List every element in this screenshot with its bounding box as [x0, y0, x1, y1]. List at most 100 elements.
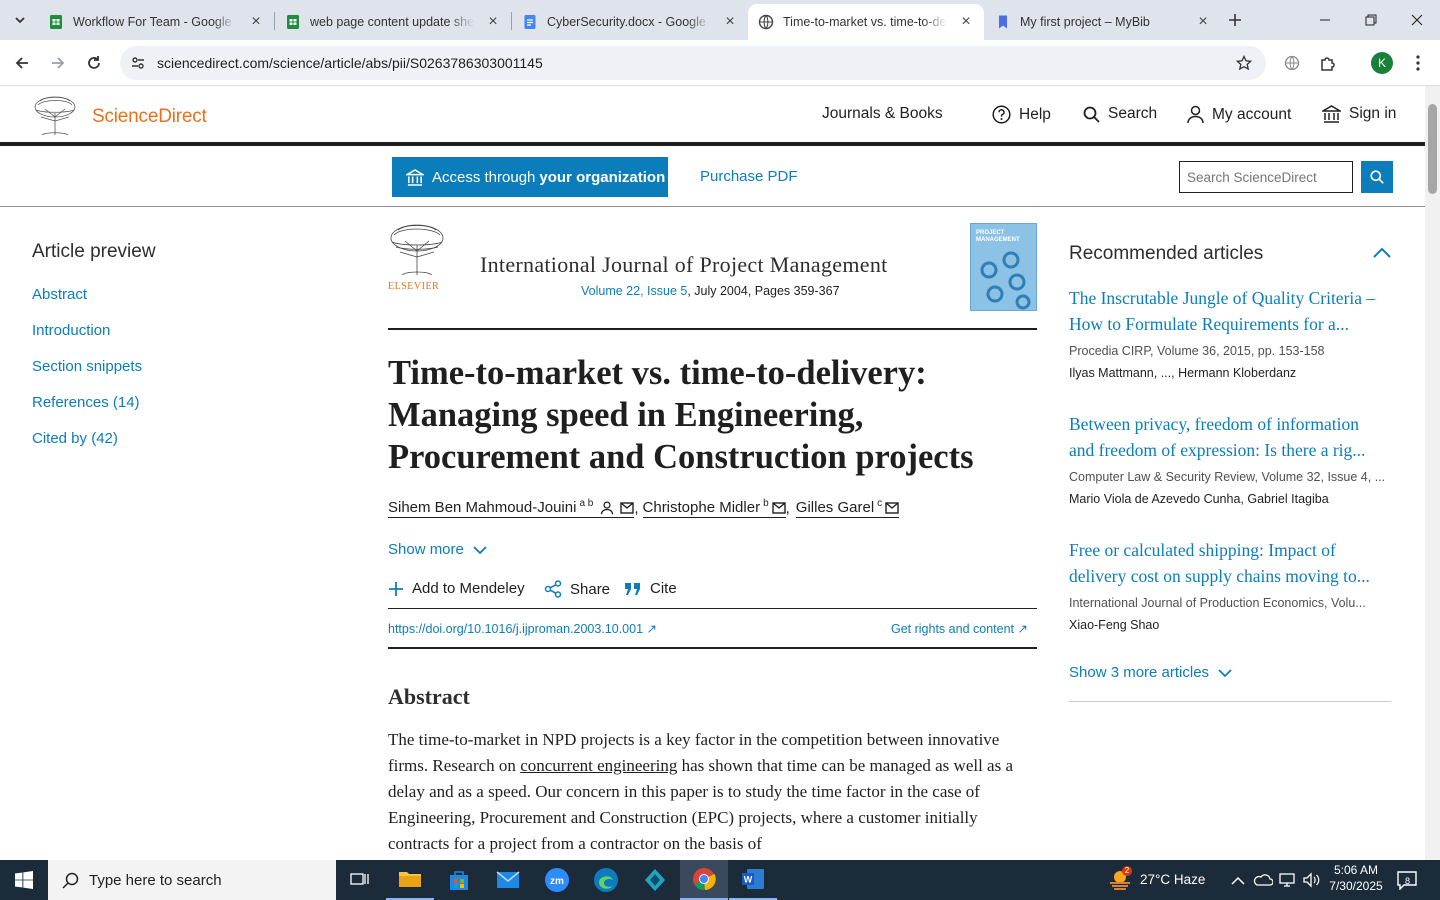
recommended-article-title[interactable]: Free or calculated shipping: Impact of: [1069, 537, 1391, 563]
journal-cover[interactable]: PROJECT MANAGEMENT: [970, 223, 1037, 311]
search-link[interactable]: Search: [1083, 105, 1157, 123]
site-info-icon[interactable]: [130, 55, 146, 71]
sheets-icon: [50, 15, 62, 29]
author-link[interactable]: Christophe Midler b: [642, 498, 786, 518]
journal-title[interactable]: International Journal of Project Managem…: [480, 252, 888, 278]
close-tab-icon[interactable]: ×: [958, 14, 974, 30]
close-icon: [1411, 14, 1423, 26]
taskbar-search[interactable]: Type here to search: [48, 860, 336, 900]
chevron-down-icon: [15, 17, 25, 24]
file-explorer-button[interactable]: [386, 860, 434, 900]
tab-search-button[interactable]: [4, 4, 36, 36]
close-tab-icon[interactable]: ×: [722, 14, 738, 30]
browser-menu-button[interactable]: [1402, 47, 1434, 79]
scrollbar-thumb[interactable]: [1428, 104, 1437, 194]
author-link[interactable]: Sihem Ben Mahmoud-Jouini a b: [388, 498, 635, 518]
toc-section-snippets[interactable]: Section snippets: [32, 358, 142, 375]
clock[interactable]: 5:06 AM 7/30/2025: [1326, 863, 1386, 893]
show-more-articles-button[interactable]: Show 3 more articles: [1069, 664, 1232, 681]
elsevier-logo[interactable]: ELSEVIER: [388, 223, 446, 292]
task-view-button[interactable]: [336, 860, 384, 900]
cite-button[interactable]: Cite: [624, 580, 677, 597]
elsevier-tree-logo[interactable]: [32, 95, 78, 140]
recommended-article-source: International Journal of Production Econ…: [1069, 596, 1366, 610]
volume-icon[interactable]: [1302, 871, 1320, 894]
toc-references[interactable]: References (14): [32, 394, 140, 411]
star-icon[interactable]: [1236, 55, 1252, 71]
divider: [1069, 701, 1391, 702]
tab-workflow[interactable]: Workflow For Team - Google Sheets ×: [38, 4, 274, 40]
start-button[interactable]: [0, 860, 48, 900]
concurrent-engineering-link[interactable]: concurrent engineering: [520, 756, 677, 775]
close-tab-icon[interactable]: ×: [485, 14, 501, 30]
recommended-article-title[interactable]: How to Formulate Requirements for a...: [1069, 311, 1391, 337]
translate-button[interactable]: [1276, 47, 1308, 79]
recommended-article-title[interactable]: Between privacy, freedom of information: [1069, 411, 1391, 437]
url-text[interactable]: sciencedirect.com/science/article/abs/pi…: [157, 55, 543, 71]
page-scrollbar[interactable]: [1425, 86, 1440, 860]
close-tab-icon[interactable]: ×: [248, 14, 264, 30]
address-bar[interactable]: sciencedirect.com/science/article/abs/pi…: [120, 46, 1266, 80]
access-through-organization-button[interactable]: Access through your organization: [392, 157, 668, 197]
author-link[interactable]: Gilles Garel c: [795, 498, 900, 518]
tab-mybib[interactable]: My first project – MyBib ×: [985, 4, 1221, 40]
divider: [388, 328, 1037, 330]
weather-text[interactable]: 27°C Haze: [1140, 872, 1205, 887]
onedrive-icon[interactable]: [1253, 871, 1274, 894]
share-button[interactable]: Share: [544, 580, 610, 598]
toc-cited-by[interactable]: Cited by (42): [32, 430, 118, 447]
weather-widget[interactable]: 2: [1108, 866, 1132, 896]
search-icon: [1370, 170, 1384, 184]
store-button[interactable]: [435, 860, 483, 900]
app-button[interactable]: [631, 860, 679, 900]
restore-icon: [1365, 14, 1377, 26]
close-window-button[interactable]: [1394, 0, 1440, 40]
profile-button[interactable]: K: [1366, 47, 1398, 79]
purchase-pdf-link[interactable]: Purchase PDF: [700, 168, 798, 185]
restore-button[interactable]: [1348, 0, 1394, 40]
word-button[interactable]: W: [729, 860, 777, 900]
sciencedirect-search-button[interactable]: [1361, 161, 1393, 193]
get-rights-link[interactable]: Get rights and content ↗: [891, 621, 1028, 636]
collapse-recommended-button[interactable]: [1373, 246, 1391, 264]
reload-button[interactable]: [78, 47, 110, 79]
zoom-button[interactable]: zm: [533, 860, 581, 900]
forward-button[interactable]: [42, 47, 74, 79]
sciencedirect-logo[interactable]: ScienceDirect: [92, 106, 207, 128]
add-to-mendeley-button[interactable]: Add to Mendeley: [388, 580, 525, 597]
recommended-article-title[interactable]: The Inscrutable Jungle of Quality Criter…: [1069, 285, 1391, 311]
volume-issue-link[interactable]: Volume 22, Issue 5: [581, 284, 687, 298]
help-link[interactable]: Help: [992, 105, 1051, 124]
sign-in-link[interactable]: Sign in: [1322, 105, 1396, 123]
show-more-button[interactable]: Show more: [388, 541, 487, 558]
tab-web-page-content[interactable]: web page content update sheet ×: [275, 4, 511, 40]
chevron-down-icon: [473, 545, 487, 554]
extensions-button[interactable]: [1312, 47, 1344, 79]
my-account-link[interactable]: My account: [1187, 105, 1291, 124]
recommended-article-title[interactable]: and freedom of expression: Is there a ri…: [1069, 437, 1391, 463]
edge-button[interactable]: [582, 860, 630, 900]
tab-cybersecurity[interactable]: CyberSecurity.docx - Google Docs ×: [512, 4, 748, 40]
tab-time-to-market[interactable]: Time-to-market vs. time-to-delivery ×: [748, 4, 984, 40]
minimize-button[interactable]: [1302, 0, 1348, 40]
close-tab-icon[interactable]: ×: [1195, 14, 1211, 30]
article-title: Time-to-market vs. time-to-delivery: Man…: [388, 354, 974, 476]
chrome-button[interactable]: [680, 860, 728, 900]
sciencedirect-search-input[interactable]: [1179, 161, 1353, 193]
abstract-text: The time-to-market in NPD projects is a …: [388, 730, 1014, 853]
network-icon[interactable]: [1278, 871, 1296, 894]
toc-abstract[interactable]: Abstract: [32, 286, 87, 303]
back-button[interactable]: [6, 47, 38, 79]
notifications-button[interactable]: 8: [1396, 870, 1418, 895]
journals-books-link[interactable]: Journals & Books: [822, 105, 943, 123]
tray-expand-button[interactable]: [1231, 873, 1245, 891]
doi-link[interactable]: https://doi.org/10.1016/j.ijproman.2003.…: [388, 621, 657, 636]
reload-icon: [88, 56, 100, 69]
toc-introduction[interactable]: Introduction: [32, 322, 110, 339]
svg-text:W: W: [744, 875, 753, 885]
mail-button[interactable]: [484, 860, 532, 900]
recommended-articles-heading: Recommended articles: [1069, 243, 1264, 264]
new-tab-button[interactable]: [1219, 4, 1251, 36]
divider: [388, 647, 1037, 649]
recommended-article-title[interactable]: delivery cost on supply chains moving to…: [1069, 563, 1391, 589]
